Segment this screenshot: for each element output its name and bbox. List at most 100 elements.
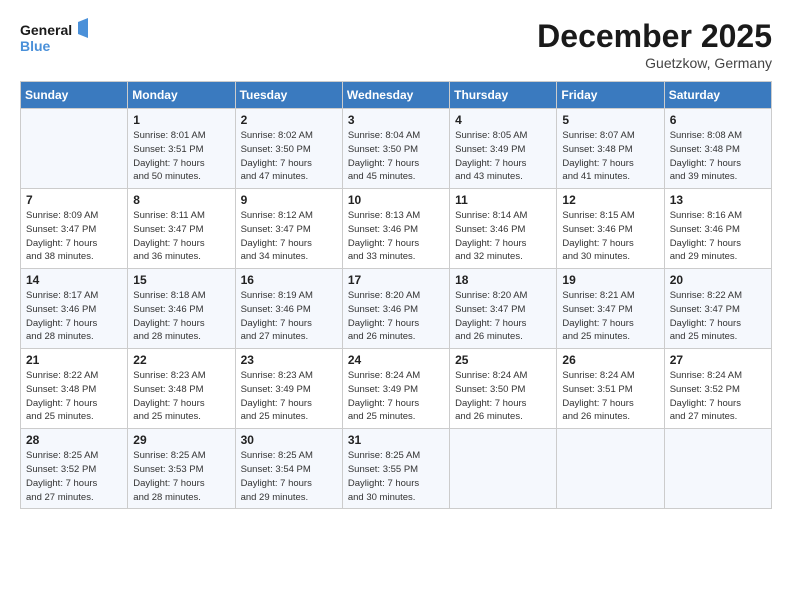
- header-saturday: Saturday: [664, 82, 771, 109]
- cell-w4-d1: 22 Sunrise: 8:23 AMSunset: 3:48 PMDayligh…: [128, 349, 235, 429]
- day-number: 9: [241, 193, 337, 207]
- day-info: Sunrise: 8:01 AMSunset: 3:51 PMDaylight:…: [133, 129, 229, 184]
- day-info: Sunrise: 8:15 AMSunset: 3:46 PMDaylight:…: [562, 209, 658, 264]
- cell-w4-d3: 24 Sunrise: 8:24 AMSunset: 3:49 PMDayligh…: [342, 349, 449, 429]
- day-info: Sunrise: 8:24 AMSunset: 3:49 PMDaylight:…: [348, 369, 444, 424]
- header-thursday: Thursday: [450, 82, 557, 109]
- cell-w5-d0: 28 Sunrise: 8:25 AMSunset: 3:52 PMDayligh…: [21, 429, 128, 509]
- cell-w3-d2: 16 Sunrise: 8:19 AMSunset: 3:46 PMDayligh…: [235, 269, 342, 349]
- week-row-1: 1 Sunrise: 8:01 AMSunset: 3:51 PMDaylight…: [21, 109, 772, 189]
- week-row-5: 28 Sunrise: 8:25 AMSunset: 3:52 PMDayligh…: [21, 429, 772, 509]
- day-number: 27: [670, 353, 766, 367]
- day-number: 7: [26, 193, 122, 207]
- cell-w4-d4: 25 Sunrise: 8:24 AMSunset: 3:50 PMDayligh…: [450, 349, 557, 429]
- day-number: 14: [26, 273, 122, 287]
- cell-w1-d0: [21, 109, 128, 189]
- cell-w3-d1: 15 Sunrise: 8:18 AMSunset: 3:46 PMDayligh…: [128, 269, 235, 349]
- day-number: 13: [670, 193, 766, 207]
- svg-text:General: General: [20, 22, 72, 38]
- day-number: 16: [241, 273, 337, 287]
- day-number: 10: [348, 193, 444, 207]
- cell-w5-d4: [450, 429, 557, 509]
- day-info: Sunrise: 8:23 AMSunset: 3:49 PMDaylight:…: [241, 369, 337, 424]
- day-info: Sunrise: 8:24 AMSunset: 3:50 PMDaylight:…: [455, 369, 551, 424]
- cell-w3-d3: 17Sunrise: 8:20 AMSunset: 3:46 PMDayligh…: [342, 269, 449, 349]
- cell-w5-d5: [557, 429, 664, 509]
- day-info: Sunrise: 8:09 AMSunset: 3:47 PMDaylight:…: [26, 209, 122, 264]
- day-number: 20: [670, 273, 766, 287]
- day-number: 11: [455, 193, 551, 207]
- svg-text:Blue: Blue: [20, 38, 51, 54]
- calendar-table: SundayMondayTuesdayWednesdayThursdayFrid…: [20, 81, 772, 509]
- day-info: Sunrise: 8:08 AMSunset: 3:48 PMDaylight:…: [670, 129, 766, 184]
- day-info: Sunrise: 8:11 AMSunset: 3:47 PMDaylight:…: [133, 209, 229, 264]
- day-number: 28: [26, 433, 122, 447]
- day-number: 25: [455, 353, 551, 367]
- cell-w1-d1: 1 Sunrise: 8:01 AMSunset: 3:51 PMDaylight…: [128, 109, 235, 189]
- day-info: Sunrise: 8:24 AMSunset: 3:52 PMDaylight:…: [670, 369, 766, 424]
- day-number: 21: [26, 353, 122, 367]
- cell-w4-d5: 26 Sunrise: 8:24 AMSunset: 3:51 PMDayligh…: [557, 349, 664, 429]
- day-info: Sunrise: 8:25 AMSunset: 3:52 PMDaylight:…: [26, 449, 122, 504]
- title-block: December 2025 Guetzkow, Germany: [537, 18, 772, 71]
- cell-w3-d0: 14 Sunrise: 8:17 AMSunset: 3:46 PMDayligh…: [21, 269, 128, 349]
- month-title: December 2025: [537, 18, 772, 55]
- header-wednesday: Wednesday: [342, 82, 449, 109]
- day-number: 1: [133, 113, 229, 127]
- day-number: 6: [670, 113, 766, 127]
- cell-w1-d3: 3 Sunrise: 8:04 AMSunset: 3:50 PMDaylight…: [342, 109, 449, 189]
- week-row-2: 7 Sunrise: 8:09 AMSunset: 3:47 PMDaylight…: [21, 189, 772, 269]
- cell-w1-d6: 6 Sunrise: 8:08 AMSunset: 3:48 PMDaylight…: [664, 109, 771, 189]
- day-number: 30: [241, 433, 337, 447]
- week-row-3: 14 Sunrise: 8:17 AMSunset: 3:46 PMDayligh…: [21, 269, 772, 349]
- day-info: Sunrise: 8:22 AMSunset: 3:48 PMDaylight:…: [26, 369, 122, 424]
- day-number: 3: [348, 113, 444, 127]
- day-info: Sunrise: 8:20 AMSunset: 3:47 PMDaylight:…: [455, 289, 551, 344]
- day-number: 18: [455, 273, 551, 287]
- cell-w1-d5: 5Sunrise: 8:07 AMSunset: 3:48 PMDaylight…: [557, 109, 664, 189]
- day-info: Sunrise: 8:20 AMSunset: 3:46 PMDaylight:…: [348, 289, 444, 344]
- cell-w3-d6: 20Sunrise: 8:22 AMSunset: 3:47 PMDayligh…: [664, 269, 771, 349]
- day-number: 24: [348, 353, 444, 367]
- header-row: SundayMondayTuesdayWednesdayThursdayFrid…: [21, 82, 772, 109]
- day-info: Sunrise: 8:17 AMSunset: 3:46 PMDaylight:…: [26, 289, 122, 344]
- cell-w3-d5: 19Sunrise: 8:21 AMSunset: 3:47 PMDayligh…: [557, 269, 664, 349]
- week-row-4: 21 Sunrise: 8:22 AMSunset: 3:48 PMDayligh…: [21, 349, 772, 429]
- day-info: Sunrise: 8:25 AMSunset: 3:55 PMDaylight:…: [348, 449, 444, 504]
- day-number: 23: [241, 353, 337, 367]
- cell-w4-d6: 27 Sunrise: 8:24 AMSunset: 3:52 PMDayligh…: [664, 349, 771, 429]
- page: General Blue December 2025 Guetzkow, Ger…: [0, 0, 792, 612]
- day-info: Sunrise: 8:04 AMSunset: 3:50 PMDaylight:…: [348, 129, 444, 184]
- day-number: 22: [133, 353, 229, 367]
- day-info: Sunrise: 8:21 AMSunset: 3:47 PMDaylight:…: [562, 289, 658, 344]
- cell-w1-d2: 2Sunrise: 8:02 AMSunset: 3:50 PMDaylight…: [235, 109, 342, 189]
- day-info: Sunrise: 8:18 AMSunset: 3:46 PMDaylight:…: [133, 289, 229, 344]
- logo: General Blue: [20, 18, 88, 56]
- cell-w5-d1: 29Sunrise: 8:25 AMSunset: 3:53 PMDayligh…: [128, 429, 235, 509]
- header-tuesday: Tuesday: [235, 82, 342, 109]
- cell-w2-d0: 7 Sunrise: 8:09 AMSunset: 3:47 PMDaylight…: [21, 189, 128, 269]
- cell-w2-d4: 11 Sunrise: 8:14 AMSunset: 3:46 PMDayligh…: [450, 189, 557, 269]
- day-info: Sunrise: 8:23 AMSunset: 3:48 PMDaylight:…: [133, 369, 229, 424]
- header: General Blue December 2025 Guetzkow, Ger…: [20, 18, 772, 71]
- cell-w1-d4: 4 Sunrise: 8:05 AMSunset: 3:49 PMDaylight…: [450, 109, 557, 189]
- cell-w2-d2: 9 Sunrise: 8:12 AMSunset: 3:47 PMDaylight…: [235, 189, 342, 269]
- day-info: Sunrise: 8:02 AMSunset: 3:50 PMDaylight:…: [241, 129, 337, 184]
- day-info: Sunrise: 8:24 AMSunset: 3:51 PMDaylight:…: [562, 369, 658, 424]
- day-number: 4: [455, 113, 551, 127]
- header-sunday: Sunday: [21, 82, 128, 109]
- day-info: Sunrise: 8:12 AMSunset: 3:47 PMDaylight:…: [241, 209, 337, 264]
- day-number: 15: [133, 273, 229, 287]
- day-info: Sunrise: 8:14 AMSunset: 3:46 PMDaylight:…: [455, 209, 551, 264]
- cell-w5-d6: [664, 429, 771, 509]
- cell-w4-d2: 23 Sunrise: 8:23 AMSunset: 3:49 PMDayligh…: [235, 349, 342, 429]
- cell-w2-d3: 10Sunrise: 8:13 AMSunset: 3:46 PMDayligh…: [342, 189, 449, 269]
- cell-w2-d5: 12Sunrise: 8:15 AMSunset: 3:46 PMDayligh…: [557, 189, 664, 269]
- day-info: Sunrise: 8:19 AMSunset: 3:46 PMDaylight:…: [241, 289, 337, 344]
- day-number: 26: [562, 353, 658, 367]
- cell-w2-d6: 13Sunrise: 8:16 AMSunset: 3:46 PMDayligh…: [664, 189, 771, 269]
- day-number: 5: [562, 113, 658, 127]
- day-info: Sunrise: 8:05 AMSunset: 3:49 PMDaylight:…: [455, 129, 551, 184]
- day-number: 31: [348, 433, 444, 447]
- day-info: Sunrise: 8:25 AMSunset: 3:54 PMDaylight:…: [241, 449, 337, 504]
